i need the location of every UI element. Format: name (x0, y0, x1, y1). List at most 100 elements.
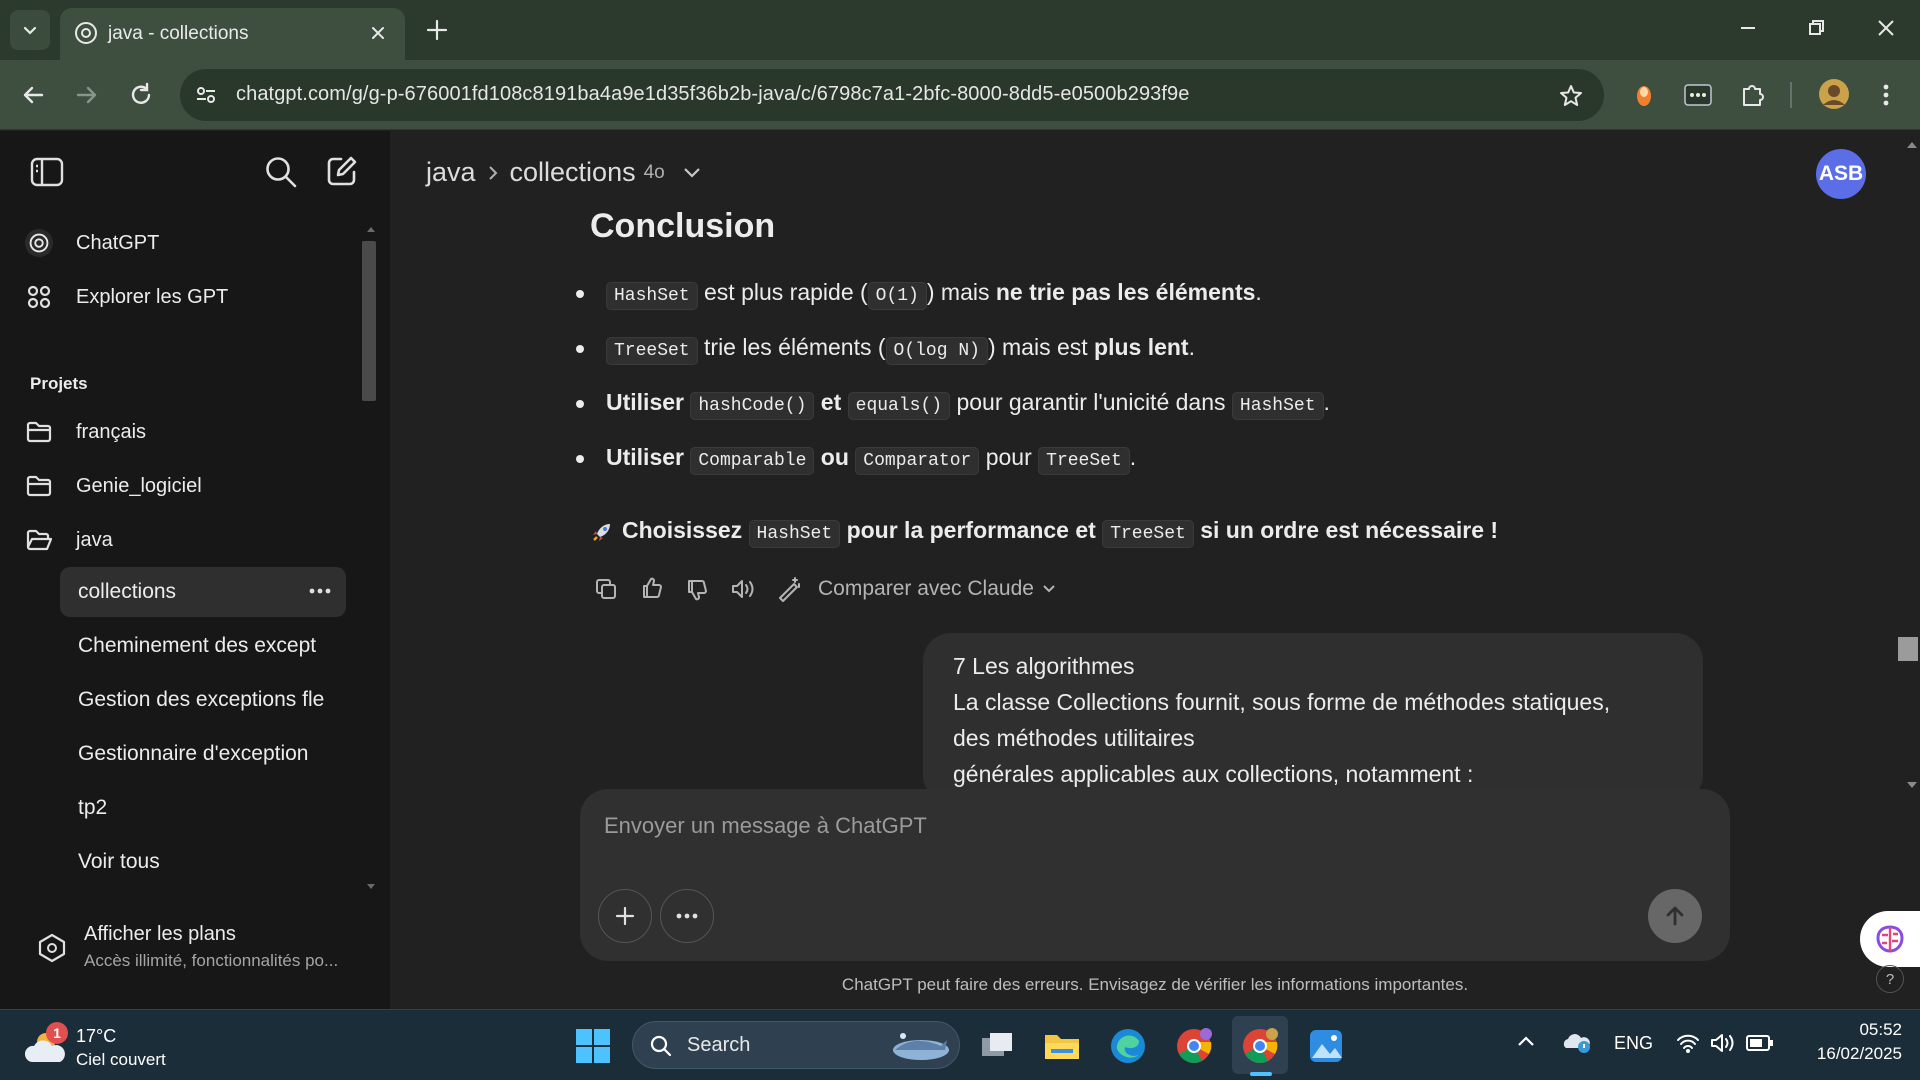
model-dropdown-chevron-icon[interactable] (683, 167, 701, 179)
browser-tab[interactable]: java - collections (60, 8, 405, 60)
toggle-sidebar-icon[interactable] (30, 157, 64, 187)
scroll-up-arrow-icon[interactable] (366, 225, 376, 233)
folder-icon (24, 475, 54, 497)
new-tab-icon[interactable] (423, 16, 451, 44)
compare-with-claude-button[interactable]: Comparer avec Claude (818, 577, 1056, 601)
tab-search-button[interactable] (10, 10, 50, 50)
sidebar-item-chatgpt[interactable]: ChatGPT (24, 220, 346, 266)
thumbs-down-icon[interactable] (685, 578, 709, 602)
file-explorer-icon[interactable] (1040, 1024, 1084, 1068)
send-button[interactable] (1648, 889, 1702, 943)
chat-sidebar: ChatGPT Explorer les GPT Projets françai… (0, 131, 390, 1009)
browser-menu-icon[interactable] (1876, 80, 1896, 110)
user-avatar[interactable]: ASB (1816, 149, 1866, 199)
search-label: Search (687, 1034, 751, 1056)
show-hidden-icons-chevron[interactable] (1516, 1034, 1536, 1048)
sidebar-chat-item[interactable]: Gestionnaire d'exception (60, 729, 346, 779)
text: pour (979, 444, 1039, 470)
chat-title: Gestion des exceptions fle (78, 688, 325, 711)
new-chat-icon[interactable] (326, 155, 358, 187)
chat-main: java collections 4o ASB Conclusion HashS… (390, 131, 1920, 1009)
bookmark-star-icon[interactable] (1558, 83, 1584, 109)
volume-icon[interactable] (1710, 1032, 1738, 1054)
browser-toolbar: chatgpt.com/g/g-p-676001fd108c8191ba4a9e… (0, 60, 1920, 130)
more-tools-button[interactable] (660, 889, 714, 943)
text: ) mais (926, 279, 996, 305)
page-scrollbar-thumb[interactable] (1898, 637, 1918, 661)
edit-model-icon[interactable] (776, 576, 802, 602)
sidebar-item-label: français (76, 420, 147, 443)
copy-icon[interactable] (594, 577, 618, 601)
search-icon (649, 1034, 673, 1058)
windows-logo-icon (576, 1029, 610, 1063)
chrome-profile-icon[interactable] (1172, 1024, 1216, 1068)
sidebar-item-project-genie-logiciel[interactable]: Genie_logiciel (24, 463, 346, 509)
breadcrumb-chat[interactable]: collections (510, 157, 636, 188)
reload-icon[interactable] (126, 80, 156, 110)
photos-app-icon[interactable] (1304, 1024, 1348, 1068)
sidebar-chat-item[interactable]: Cheminement des except (60, 621, 346, 671)
read-aloud-icon[interactable] (730, 577, 758, 601)
extension-icon[interactable] (1632, 82, 1656, 108)
sidebar-item-explore-gpts[interactable]: Explorer les GPT (24, 274, 346, 320)
page-scroll-down-icon[interactable] (1906, 781, 1918, 789)
message-input[interactable]: Envoyer un message à ChatGPT (604, 813, 1604, 849)
chat-options-icon[interactable] (308, 587, 332, 595)
inline-code: TreeSet (606, 337, 698, 365)
forward-icon[interactable] (72, 80, 102, 110)
sidebar-item-label: Explorer les GPT (76, 285, 229, 308)
edge-browser-icon[interactable] (1106, 1024, 1150, 1068)
search-icon[interactable] (264, 155, 298, 189)
text: . (1129, 444, 1137, 470)
sidebar-chat-item[interactable]: tp2 (60, 783, 346, 833)
breadcrumb-project[interactable]: java (426, 157, 476, 188)
weather-widget[interactable]: 1 17°C Ciel couvert (24, 1022, 194, 1072)
page-scroll-up-icon[interactable] (1906, 141, 1918, 149)
close-window-icon[interactable] (1872, 14, 1900, 42)
wifi-icon[interactable] (1676, 1032, 1700, 1054)
minimize-icon[interactable] (1734, 14, 1762, 42)
inline-code: TreeSet (1102, 520, 1194, 548)
breadcrumb: java collections 4o (426, 157, 701, 188)
battery-icon[interactable] (1746, 1034, 1774, 1052)
sidebar-item-project-francais[interactable]: français (24, 409, 346, 455)
see-all-chats-link[interactable]: Voir tous (60, 837, 346, 887)
help-icon[interactable]: ? (1876, 965, 1904, 993)
restore-icon[interactable] (1802, 14, 1830, 42)
site-info-icon[interactable] (194, 83, 218, 107)
onedrive-icon[interactable] (1562, 1030, 1592, 1054)
bold-text: et (820, 389, 842, 415)
inline-code: O(log N) (885, 337, 988, 365)
chat-title: Voir tous (78, 850, 160, 873)
sidebar-chat-collections[interactable]: collections (60, 567, 346, 617)
view-plans-button[interactable]: Afficher les plans Accès illimité, fonct… (24, 921, 364, 991)
text: . (1188, 334, 1195, 360)
compare-label: Comparer avec Claude (818, 577, 1034, 600)
address-bar[interactable]: chatgpt.com/g/g-p-676001fd108c8191ba4a9e… (180, 69, 1604, 121)
sidebar-chat-item[interactable]: Gestion des exceptions fle (60, 675, 346, 725)
scroll-down-arrow-icon[interactable] (366, 883, 376, 891)
folder-icon (24, 421, 54, 443)
list-item: TreeSet trie les éléments (O(log N)) mai… (576, 334, 1195, 365)
attach-button[interactable] (598, 889, 652, 943)
sidebar-item-project-java[interactable]: java (24, 517, 346, 563)
sidebar-scrollbar[interactable] (362, 241, 376, 401)
keyboard-language[interactable]: ENG (1614, 1033, 1653, 1054)
extensions-puzzle-icon[interactable] (1738, 80, 1768, 110)
clock-time[interactable]: 05:52 (1792, 1020, 1902, 1040)
taskbar-search-box[interactable]: Search (632, 1021, 960, 1069)
list-item: Utiliser Comparable ou Comparator pour T… (576, 444, 1137, 475)
model-badge[interactable]: 4o (644, 162, 665, 184)
windows-start-button[interactable] (571, 1024, 615, 1068)
task-view-icon[interactable] (976, 1024, 1020, 1068)
profile-avatar[interactable] (1818, 78, 1850, 110)
thumbs-up-icon[interactable] (640, 576, 664, 600)
floating-assistant-widget[interactable] (1860, 911, 1920, 967)
back-icon[interactable] (18, 80, 48, 110)
close-tab-icon[interactable] (365, 20, 391, 46)
inline-code: O(1) (867, 282, 927, 310)
clock-date[interactable]: 16/02/2025 (1792, 1044, 1902, 1064)
chrome-active-icon[interactable] (1238, 1024, 1282, 1068)
extension-dots-icon[interactable] (1684, 82, 1712, 108)
more-dots-icon (676, 913, 698, 919)
